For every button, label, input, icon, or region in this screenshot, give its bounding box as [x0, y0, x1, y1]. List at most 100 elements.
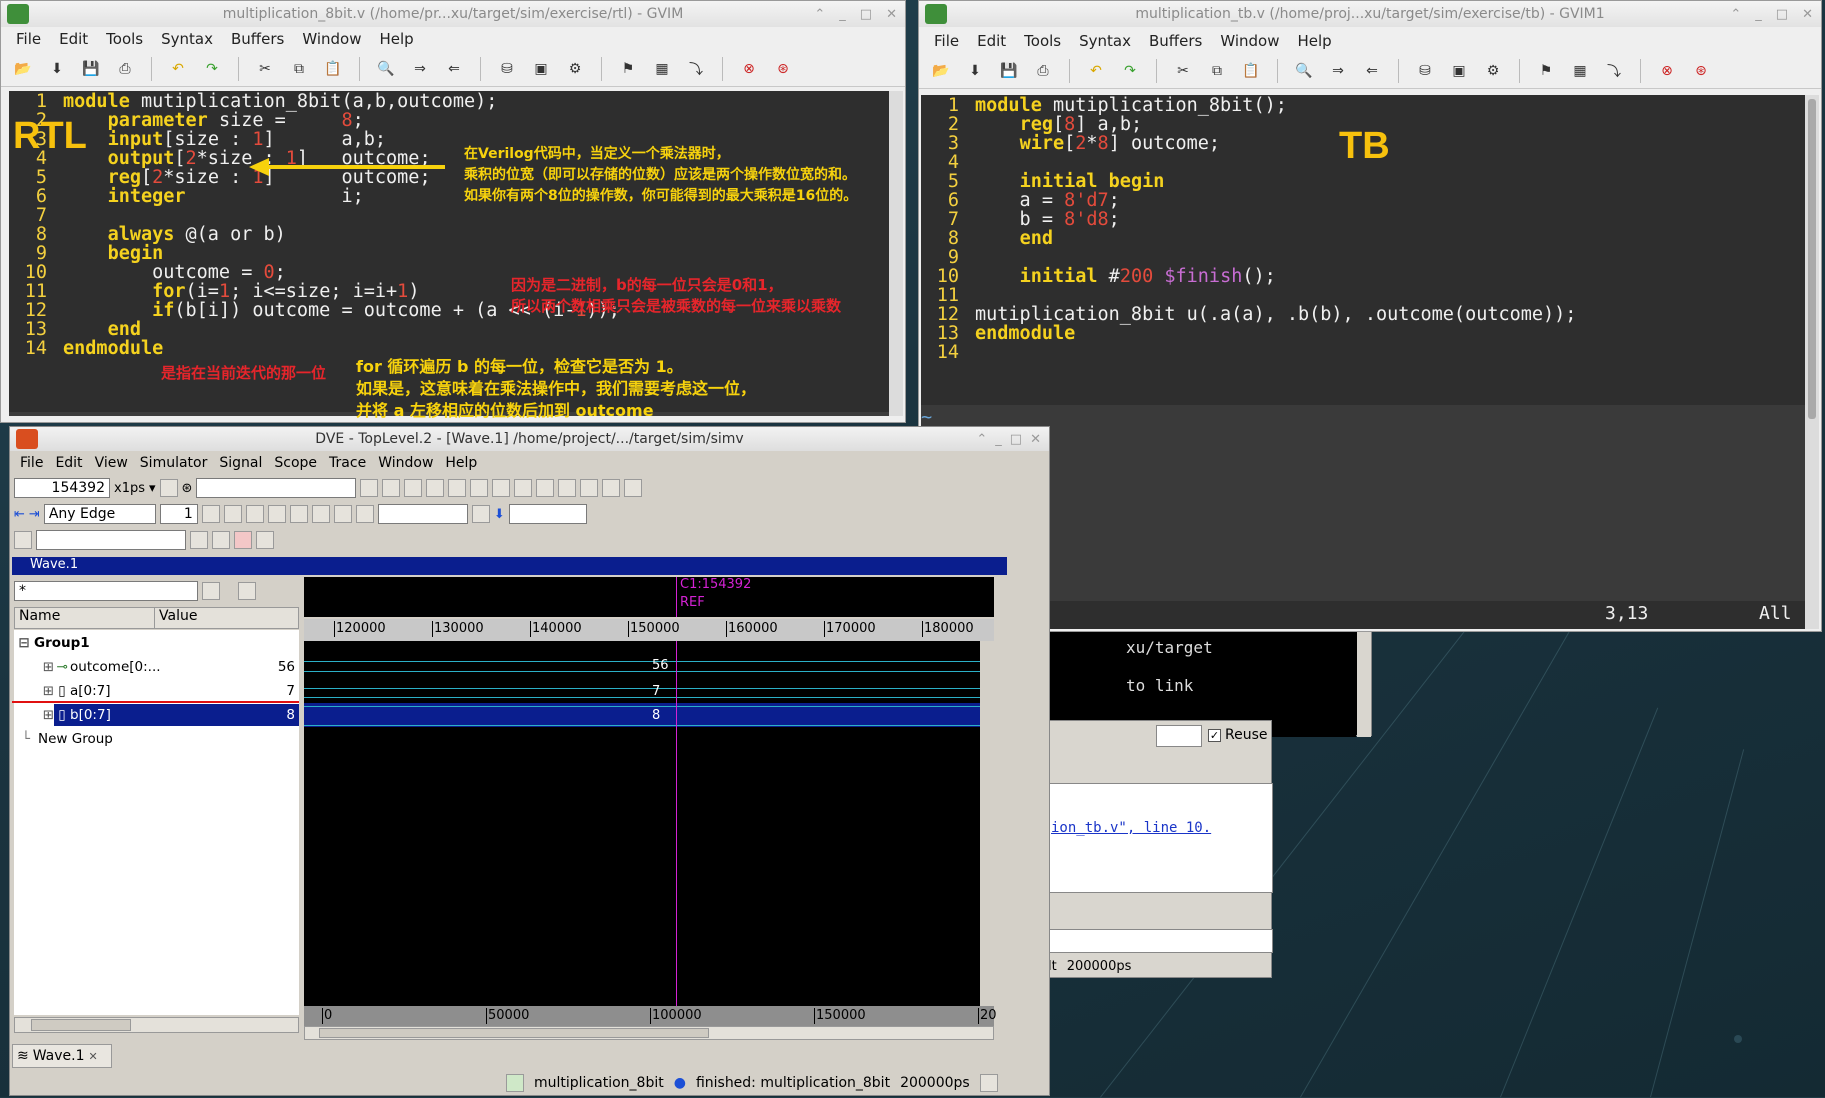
script-icon[interactable]: ⚙ — [563, 57, 587, 81]
menu-edit[interactable]: Edit — [49, 455, 88, 471]
save-session-icon[interactable]: ▣ — [529, 57, 553, 81]
find-icon[interactable]: 🔍 — [1292, 59, 1316, 83]
expand-icon[interactable] — [190, 531, 208, 549]
memory-icon[interactable] — [602, 479, 621, 497]
find-icon[interactable]: 🔍 — [374, 57, 398, 81]
menu-file[interactable]: File — [14, 455, 49, 471]
save-session-icon[interactable]: ▣ — [1447, 59, 1471, 83]
cut-icon[interactable]: ✂ — [1171, 59, 1195, 83]
undo-icon[interactable]: ↶ — [1084, 59, 1108, 83]
find-help-icon[interactable]: ⊛ — [1689, 59, 1713, 83]
load-session-icon[interactable]: ⛁ — [495, 57, 519, 81]
close-icon[interactable]: ✕ — [886, 7, 897, 22]
hier-select[interactable] — [36, 530, 186, 550]
shell-icon[interactable]: ▦ — [1568, 59, 1592, 83]
close-icon[interactable]: ✕ — [1802, 7, 1813, 22]
marker-select[interactable] — [377, 504, 468, 524]
menu-simulator[interactable]: Simulator — [134, 455, 214, 471]
print-icon[interactable]: ⎙ — [1031, 59, 1055, 83]
menu-window[interactable]: Window — [293, 30, 370, 48]
open-icon[interactable]: 📂 — [929, 59, 953, 83]
continue-icon[interactable] — [426, 479, 445, 497]
next-edge-icon[interactable] — [514, 479, 533, 497]
collapse-icon[interactable] — [212, 531, 230, 549]
filter-option-icon[interactable] — [202, 582, 220, 600]
rtl-titlebar[interactable]: multiplication_8bit.v (/home/pr...xu/tar… — [1, 1, 905, 27]
reuse-checkbox[interactable]: ✓ — [1208, 728, 1221, 742]
menu-help[interactable]: Help — [370, 30, 422, 48]
find-help-icon[interactable]: ⊛ — [771, 57, 795, 81]
pointer-icon[interactable] — [201, 505, 220, 523]
redo-icon[interactable]: ↷ — [1118, 59, 1142, 83]
save-icon[interactable]: 💾 — [79, 57, 103, 81]
tb-editor[interactable]: 1 module mutiplication_8bit(); 2 reg[8] a,… — [921, 95, 1805, 629]
next-edge-arrow-icon[interactable]: ⇥ — [29, 507, 40, 522]
make-icon[interactable]: ⚑ — [616, 57, 640, 81]
term-scrollbar[interactable] — [1357, 621, 1371, 737]
wave-panel-header[interactable]: Wave.1 — [12, 557, 1007, 575]
tree-hscrollbar[interactable] — [14, 1017, 299, 1033]
save-icon[interactable]: 💾 — [997, 59, 1021, 83]
waveform-canvas[interactable]: 56 7 8 — [304, 641, 994, 1006]
edge-select[interactable]: Any Edge — [43, 504, 156, 524]
copy-icon[interactable]: ⧉ — [1205, 59, 1229, 83]
menu-edit[interactable]: Edit — [968, 32, 1015, 50]
breakpoint-icon[interactable] — [234, 531, 252, 549]
rtl-scrollbar[interactable] — [889, 91, 903, 416]
cursor-line[interactable] — [676, 641, 677, 1006]
menu-buffers[interactable]: Buffers — [1140, 32, 1211, 50]
help-icon[interactable]: ⊗ — [1655, 59, 1679, 83]
wave-icon[interactable] — [580, 479, 599, 497]
next-icon[interactable] — [404, 479, 423, 497]
dve-titlebar[interactable]: DVE - TopLevel.2 - [Wave.1] /home/projec… — [10, 427, 1049, 451]
binoculars-icon[interactable]: ⊛ — [182, 481, 193, 496]
menu-syntax[interactable]: Syntax — [1070, 32, 1140, 50]
menu-view[interactable]: View — [89, 455, 134, 471]
menu-signal[interactable]: Signal — [213, 455, 268, 471]
refresh-icon[interactable] — [256, 531, 274, 549]
find-prev-icon[interactable]: ⇐ — [442, 57, 466, 81]
save-download-icon[interactable]: ⬇ — [963, 59, 987, 83]
menu-buffers[interactable]: Buffers — [222, 30, 293, 48]
save-download-icon[interactable]: ⬇ — [45, 57, 69, 81]
schematic-icon[interactable] — [558, 479, 577, 497]
col-name-header[interactable]: Name — [15, 608, 155, 628]
display-option-icon[interactable] — [238, 582, 256, 600]
time-input[interactable]: 154392 — [14, 478, 110, 498]
cut-icon[interactable]: ✂ — [253, 57, 277, 81]
status-view-icon[interactable] — [979, 1074, 998, 1092]
wave-tab[interactable]: ≋ Wave.1 ✕ — [12, 1044, 112, 1068]
menu-edit[interactable]: Edit — [50, 30, 97, 48]
undo-icon[interactable]: ↶ — [166, 57, 190, 81]
shell-icon[interactable]: ▦ — [650, 57, 674, 81]
menu-syntax[interactable]: Syntax — [152, 30, 222, 48]
reuse-input[interactable] — [1156, 725, 1202, 747]
col-value-header[interactable]: Value — [155, 608, 197, 628]
scope-icon[interactable] — [159, 479, 178, 497]
signal-row-outcome[interactable]: ⊞ ⊸ outcome[0:... 56 — [14, 656, 299, 678]
zoom-out-icon[interactable] — [245, 505, 264, 523]
tags-icon[interactable]: ⤵ — [1602, 59, 1626, 83]
menu-window[interactable]: Window — [372, 455, 439, 471]
wave-vscrollbar[interactable] — [980, 641, 994, 1006]
find-prev-icon[interactable]: ⇐ — [1360, 59, 1384, 83]
menu-tools[interactable]: Tools — [97, 30, 152, 48]
help-icon[interactable]: ⊗ — [737, 57, 761, 81]
minimize-icon[interactable]: _ — [1755, 7, 1762, 22]
minimize-icon[interactable]: _ — [995, 432, 1002, 447]
maximize-icon[interactable]: □ — [1776, 7, 1788, 22]
maximize-icon[interactable]: □ — [860, 7, 872, 22]
wave-hscrollbar[interactable] — [304, 1026, 994, 1040]
source-icon[interactable] — [624, 479, 643, 497]
redo-icon[interactable]: ↷ — [200, 57, 224, 81]
edge-count-input[interactable]: 1 — [159, 504, 198, 524]
open-icon[interactable]: 📂 — [11, 57, 35, 81]
down-arrow-icon[interactable]: ⬇ — [494, 507, 505, 522]
menu-help[interactable]: Help — [439, 455, 483, 471]
menu-help[interactable]: Help — [1288, 32, 1340, 50]
tb-scrollbar[interactable] — [1805, 95, 1819, 629]
zoom-full-icon[interactable] — [289, 505, 308, 523]
tags-icon[interactable]: ⤵ — [684, 57, 708, 81]
prev-edge-icon[interactable] — [492, 479, 511, 497]
log-link[interactable]: ion_tb.v", line 10. — [1051, 820, 1211, 836]
